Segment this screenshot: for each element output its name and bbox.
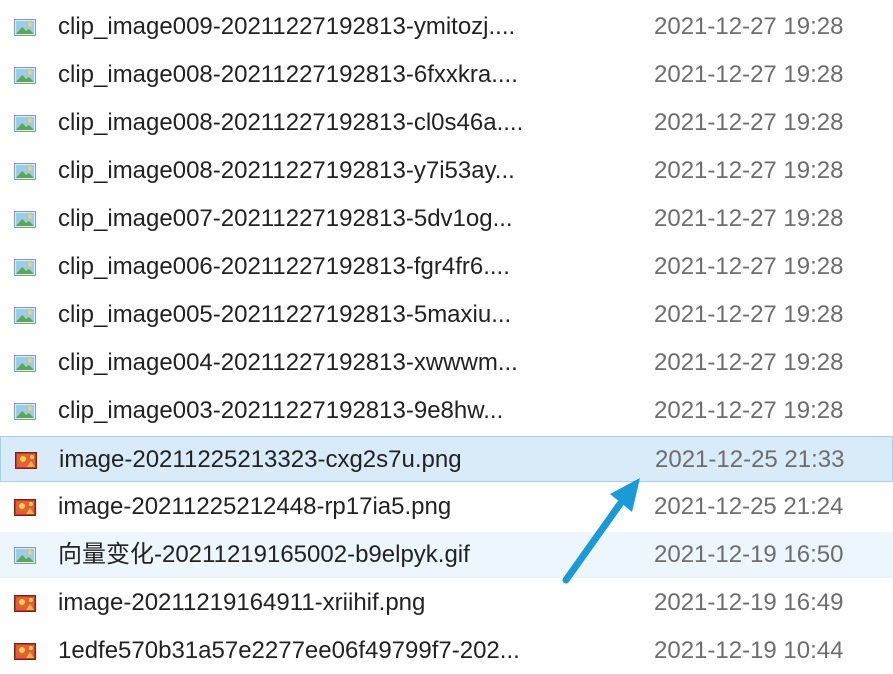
image-file-icon [14, 307, 36, 324]
png-file-icon [14, 499, 36, 516]
file-name: clip_image008-20211227192813-6fxxkra.... [58, 61, 518, 88]
image-file-icon [14, 163, 36, 180]
image-file-icon [14, 403, 36, 420]
file-name: clip_image006-20211227192813-fgr4fr6.... [58, 253, 510, 280]
file-name: clip_image004-20211227192813-xwwwm... [58, 349, 518, 376]
file-date-modified: 2021-12-25 21:33 [655, 446, 845, 473]
file-row[interactable]: clip_image008-20211227192813-cl0s46a....… [0, 100, 893, 146]
png-file-icon [14, 643, 36, 660]
file-row[interactable]: clip_image004-20211227192813-xwwwm... 202… [0, 340, 893, 386]
file-name: clip_image008-20211227192813-y7i53ay... [58, 157, 515, 184]
file-row[interactable]: clip_image006-20211227192813-fgr4fr6....… [0, 244, 893, 290]
file-date-modified: 2021-12-25 21:24 [654, 493, 844, 520]
file-name: image-20211219164911-xriihif.png [58, 589, 426, 616]
image-file-icon [14, 67, 36, 84]
file-row[interactable]: image-20211225212448-rp17ia5.png 2021-12-… [0, 484, 893, 530]
image-file-icon [14, 19, 36, 36]
file-row[interactable]: image-20211219164911-xriihif.png 2021-12-… [0, 580, 893, 626]
file-row[interactable]: clip_image009-20211227192813-ymitozj....… [0, 4, 893, 50]
file-date-modified: 2021-12-27 19:28 [654, 397, 844, 424]
file-date-modified: 2021-12-27 19:28 [654, 205, 844, 232]
file-date-modified: 2021-12-19 16:50 [654, 541, 844, 568]
file-date-modified: 2021-12-19 16:49 [654, 589, 844, 616]
file-row[interactable]: clip_image007-20211227192813-5dv1og... 20… [0, 196, 893, 242]
image-file-icon [14, 259, 36, 276]
file-row[interactable]: clip_image005-20211227192813-5maxiu... 20… [0, 292, 893, 338]
file-name: image-20211225212448-rp17ia5.png [58, 493, 452, 520]
file-date-modified: 2021-12-27 19:28 [654, 349, 844, 376]
image-file-icon [14, 211, 36, 228]
file-name: clip_image005-20211227192813-5maxiu... [58, 301, 512, 328]
png-file-icon [14, 595, 36, 612]
file-name: clip_image009-20211227192813-ymitozj.... [58, 13, 516, 40]
file-row[interactable]: clip_image003-20211227192813-9e8hw... 202… [0, 388, 893, 434]
file-name: image-20211225213323-cxg2s7u.png [59, 446, 462, 473]
image-file-icon [14, 115, 36, 132]
file-name: clip_image008-20211227192813-cl0s46a.... [58, 109, 524, 136]
file-date-modified: 2021-12-27 19:28 [654, 253, 844, 280]
file-date-modified: 2021-12-27 19:28 [654, 301, 844, 328]
file-name: clip_image007-20211227192813-5dv1og... [58, 205, 513, 232]
file-row[interactable]: clip_image008-20211227192813-6fxxkra....… [0, 52, 893, 98]
image-file-icon [14, 355, 36, 372]
file-name: 1edfe570b31a57e2277ee06f49799f7-202... [58, 637, 520, 664]
file-row[interactable]: image-20211225213323-cxg2s7u.png 2021-12-… [0, 436, 893, 482]
file-date-modified: 2021-12-27 19:28 [654, 109, 844, 136]
png-file-icon [15, 452, 37, 469]
file-row[interactable]: 1edfe570b31a57e2277ee06f49799f7-202... 20… [0, 628, 893, 674]
file-date-modified: 2021-12-27 19:28 [654, 61, 844, 88]
file-row[interactable]: 向量变化-20211219165002-b9elpyk.gif 2021-12-1… [0, 532, 893, 578]
gif-file-icon [14, 547, 36, 564]
file-name: clip_image003-20211227192813-9e8hw... [58, 397, 504, 424]
file-row[interactable]: clip_image008-20211227192813-y7i53ay... 2… [0, 148, 893, 194]
file-date-modified: 2021-12-27 19:28 [654, 157, 844, 184]
file-date-modified: 2021-12-19 10:44 [654, 637, 844, 664]
file-name: 向量变化-20211219165002-b9elpyk.gif [58, 541, 470, 568]
file-date-modified: 2021-12-27 19:28 [654, 13, 844, 40]
